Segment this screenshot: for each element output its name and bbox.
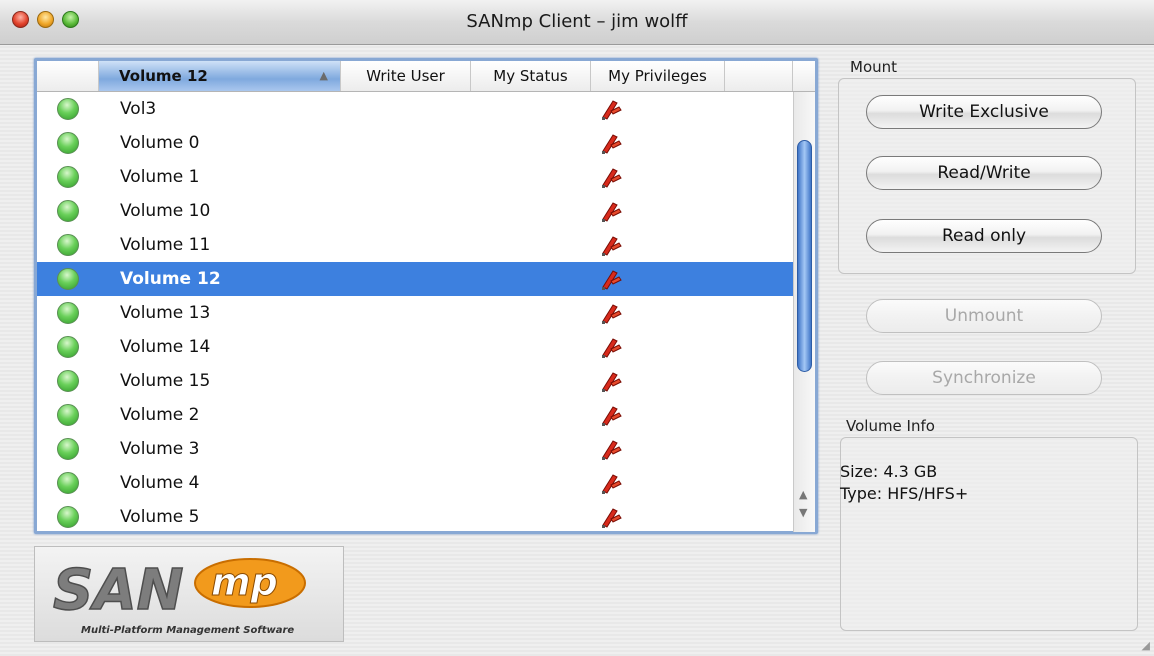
volume-name: Volume 13 [120, 303, 211, 323]
volume-type-text: Type: HFS/HFS+ [840, 484, 969, 503]
sort-ascending-icon: ▲ [319, 69, 328, 82]
read-write-button[interactable]: Read/Write [866, 156, 1102, 190]
write-exclusive-button[interactable]: Write Exclusive [866, 95, 1102, 129]
volume-name: Volume 4 [120, 473, 200, 493]
unmount-button[interactable]: Unmount [866, 299, 1102, 333]
column-header-write-user[interactable]: Write User [341, 61, 471, 91]
write-privilege-icon [599, 335, 623, 359]
logo-mp-text: mp [211, 560, 278, 604]
sanmp-logo: SAN mp Multi-Platform Management Softwar… [34, 546, 344, 642]
volume-table[interactable]: Volume 12 ▲ Write User My Status My Priv… [34, 58, 818, 534]
volume-name: Volume 0 [120, 133, 200, 153]
volume-size-text: Size: 4.3 GB [840, 462, 938, 481]
volume-row[interactable]: Volume 4 [37, 466, 793, 500]
volume-name: Vol3 [120, 99, 157, 119]
read-only-button[interactable]: Read only [866, 219, 1102, 253]
column-header-my-status[interactable]: My Status [471, 61, 591, 91]
write-privilege-icon [599, 471, 623, 495]
vertical-scrollbar[interactable]: ▲ ▼ [793, 92, 815, 532]
title-bar: SANmp Client – jim wolff [0, 0, 1154, 45]
scrollbar-thumb[interactable] [797, 140, 812, 372]
scroll-up-arrow-icon[interactable]: ▲ [799, 488, 807, 501]
write-privilege-icon [599, 131, 623, 155]
status-green-icon [57, 506, 79, 528]
volume-row[interactable]: Volume 15 [37, 364, 793, 398]
column-header-spacer [725, 61, 793, 91]
status-green-icon [57, 472, 79, 494]
volume-row[interactable]: Volume 5 [37, 500, 793, 532]
volume-row[interactable]: Volume 10 [37, 194, 793, 228]
volume-name: Volume 3 [120, 439, 200, 459]
volume-name: Volume 14 [120, 337, 211, 357]
volume-row[interactable]: Vol3 [37, 92, 793, 126]
write-privilege-icon [599, 233, 623, 257]
column-header-status-icon[interactable] [37, 61, 99, 91]
status-green-icon [57, 132, 79, 154]
status-green-icon [57, 404, 79, 426]
logo-san-text: SAN [53, 558, 184, 623]
volume-name: Volume 10 [120, 201, 211, 221]
status-green-icon [57, 200, 79, 222]
volume-list: Vol3 Volume 0 Volume 1 Volume 10 Volume 11 Vo… [37, 92, 793, 532]
column-header-volume[interactable]: Volume 12 ▲ [99, 61, 341, 91]
write-privilege-icon [599, 97, 623, 121]
volume-row[interactable]: Volume 11 [37, 228, 793, 262]
volume-name: Volume 1 [120, 167, 200, 187]
resize-grip-icon[interactable]: ◢ [1142, 639, 1150, 652]
status-green-icon [57, 302, 79, 324]
volume-row[interactable]: Volume 14 [37, 330, 793, 364]
sanmp-logo-graphic: SAN mp Multi-Platform Management Softwar… [52, 557, 306, 636]
write-privilege-icon [599, 301, 623, 325]
scroll-down-arrow-icon[interactable]: ▼ [799, 506, 807, 519]
sanmp-client-window: SANmp Client – jim wolff Volume 12 ▲ Wri… [0, 0, 1154, 656]
volume-info-label: Volume Info [846, 417, 935, 435]
write-privilege-icon [599, 369, 623, 393]
write-privilege-icon [599, 403, 623, 427]
window-title: SANmp Client – jim wolff [466, 11, 688, 32]
status-green-icon [57, 438, 79, 460]
synchronize-button[interactable]: Synchronize [866, 361, 1102, 395]
volume-row[interactable]: Volume 1 [37, 160, 793, 194]
volume-row[interactable]: Volume 3 [37, 432, 793, 466]
volume-name: Volume 15 [120, 371, 211, 391]
logo-tagline: Multi-Platform Management Software [81, 625, 294, 636]
column-header-my-privileges[interactable]: My Privileges [591, 61, 725, 91]
column-header-volume-label: Volume 12 [119, 67, 208, 85]
volume-row[interactable]: Volume 2 [37, 398, 793, 432]
volume-row[interactable]: Volume 12 [37, 262, 793, 296]
write-privilege-icon [599, 165, 623, 189]
table-header: Volume 12 ▲ Write User My Status My Priv… [37, 61, 815, 92]
write-privilege-icon [599, 505, 623, 529]
status-green-icon [57, 268, 79, 290]
status-green-icon [57, 166, 79, 188]
volume-row[interactable]: Volume 13 [37, 296, 793, 330]
mount-group-label: Mount [850, 58, 898, 76]
status-green-icon [57, 336, 79, 358]
status-green-icon [57, 370, 79, 392]
volume-row[interactable]: Volume 0 [37, 126, 793, 160]
write-privilege-icon [599, 199, 623, 223]
write-privilege-icon [599, 437, 623, 461]
volume-name: Volume 2 [120, 405, 200, 425]
volume-name: Volume 12 [120, 269, 221, 289]
volume-name: Volume 11 [120, 235, 211, 255]
status-green-icon [57, 234, 79, 256]
write-privilege-icon [599, 267, 623, 291]
status-green-icon [57, 98, 79, 120]
volume-name: Volume 5 [120, 507, 200, 527]
